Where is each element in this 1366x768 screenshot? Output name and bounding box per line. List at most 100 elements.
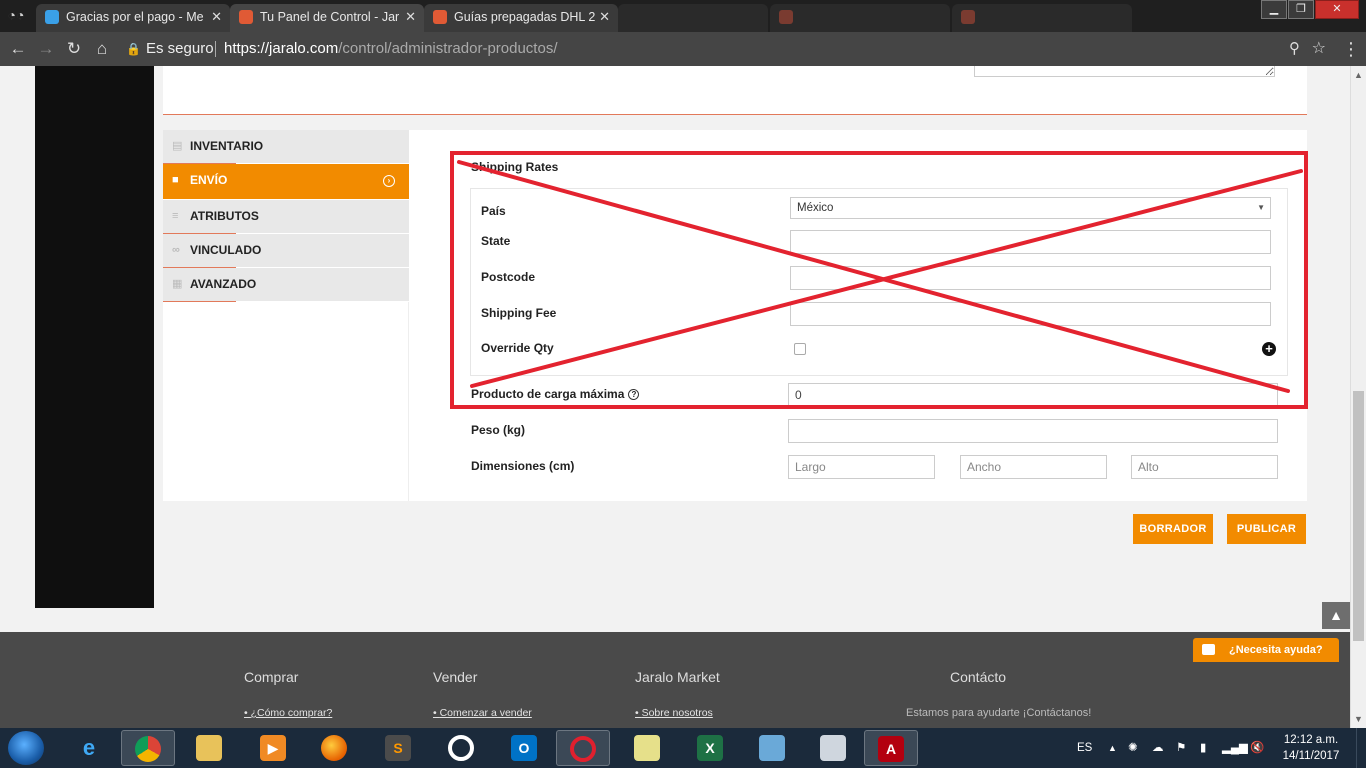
arrow-circle-right-icon: › [383,175,395,187]
action-center-flag-icon[interactable]: ⚑ [1176,728,1186,768]
photo-viewer-icon[interactable] [745,730,799,766]
sticky-notes-icon[interactable] [620,730,674,766]
home-button[interactable]: ⌂ [90,37,114,61]
footer-link-text: Comenzar a vender [439,707,532,719]
height-placeholder: Alto [1138,460,1159,474]
browser-menu-icon[interactable]: ⋮ [1341,37,1361,61]
back-to-top-button[interactable]: ▲ [1322,602,1350,629]
width-input[interactable]: Ancho [960,455,1107,479]
close-window-button[interactable]: ✕ [1315,0,1359,19]
sublime-text-icon[interactable]: S [371,730,425,766]
max-load-input[interactable]: 0 [788,383,1278,407]
footer-link-como-comprar[interactable]: • ¿Cómo comprar? [244,707,332,719]
tab-inventario[interactable]: ▤ INVENTARIO [163,130,409,164]
footer-link-sobre-nosotros[interactable]: • Sobre nosotros [635,707,713,719]
shipping-fee-input[interactable] [790,302,1271,326]
max-load-label-text: Producto de carga máxima [471,387,625,401]
help-question-icon[interactable]: ? [628,389,640,400]
chrome-icon[interactable] [121,730,175,766]
pais-label: País [481,204,506,218]
weight-input[interactable] [788,419,1278,443]
page-viewport: ▤ INVENTARIO ■ ENVÍO › ≡ ATRIBUTOS ∞ VIN… [0,66,1350,728]
tab-envio[interactable]: ■ ENVÍO › [163,164,409,200]
max-load-value: 0 [795,388,802,402]
zoom-search-icon[interactable]: ⚲ [1289,36,1300,62]
help-chat-button[interactable]: ¿Necesita ayuda? [1193,638,1339,662]
link-icon: ∞ [172,244,180,256]
add-rate-plus-icon[interactable]: + [1262,342,1276,356]
minimize-button[interactable]: ▁ [1261,0,1287,19]
calculator-icon[interactable] [806,730,860,766]
start-button[interactable] [8,731,44,765]
height-input[interactable]: Alto [1131,455,1278,479]
reload-button[interactable]: ↻ [62,37,86,61]
browser-tab-4[interactable] [618,4,768,32]
windows-taskbar: e ▶ S O X A ES ▲ ✺ ☁ ⚑ ▮ ▂▄▆ 🔇 12:12 a.m… [0,728,1366,768]
tab-avanzado[interactable]: ▦ AVANZADO [163,268,409,302]
site-favicon-icon [45,10,59,24]
browser-tab-5[interactable] [770,4,950,32]
tab-atributos[interactable]: ≡ ATRIBUTOS [163,200,409,234]
weight-label: Peso (kg) [471,423,526,437]
file-explorer-icon[interactable] [182,730,236,766]
state-input[interactable] [790,230,1271,254]
scrollbar-thumb[interactable] [1353,391,1364,641]
browser-tab-3[interactable]: Guías prepagadas DHL 2 ✕ [424,4,618,32]
internet-explorer-icon[interactable]: e [62,730,116,766]
url-text[interactable]: https://jaralo.com/control/administrador… [224,36,557,62]
opera-icon[interactable] [434,730,488,766]
excel-icon[interactable]: X [683,730,737,766]
browser-toolbar: ← → ↻ ⌂ 🔒 Es seguro https://jaralo.com/c… [0,32,1366,66]
length-placeholder: Largo [795,460,826,474]
close-tab-icon[interactable]: ✕ [211,4,222,30]
maximize-button[interactable]: ❐ [1288,0,1314,19]
description-textarea[interactable] [974,66,1275,77]
tray-app-icon[interactable]: ✺ [1128,728,1138,768]
system-clock[interactable]: 12:12 a.m. 14/11/2017 [1276,732,1346,764]
clock-date: 14/11/2017 [1282,750,1340,762]
battery-icon[interactable]: ▮ [1200,728,1206,768]
media-player-icon[interactable]: ▶ [246,730,300,766]
back-button[interactable]: ← [6,37,30,61]
volume-muted-icon[interactable]: 🔇 [1250,728,1264,768]
postcode-input[interactable] [790,266,1271,290]
override-qty-checkbox[interactable] [794,343,806,355]
draft-button[interactable]: BORRADOR [1133,514,1213,544]
forward-button[interactable]: → [34,37,58,61]
browser-tab-1[interactable]: Gracias por el pago - Me ✕ [36,4,230,32]
show-desktop-button[interactable] [1356,728,1366,768]
language-indicator[interactable]: ES [1077,728,1092,768]
browser-tab-strip: ◔◔ Gracias por el pago - Me ✕ Tu Panel d… [0,0,1366,32]
footer-contact-text: Estamos para ayudarte ¡Contáctanos! [906,707,1092,719]
browser-tab-2[interactable]: Tu Panel de Control - Jar ✕ [230,4,424,32]
url-path: /control/administrador-productos/ [338,40,558,57]
scroll-up-icon[interactable]: ▲ [1354,70,1363,80]
state-label: State [481,234,511,248]
address-bar[interactable]: 🔒 Es seguro https://jaralo.com/control/a… [118,36,1338,62]
publish-button[interactable]: PUBLICAR [1227,514,1306,544]
outlook-icon[interactable]: O [497,730,551,766]
length-input[interactable]: Largo [788,455,935,479]
firefox-icon[interactable] [307,730,361,766]
site-favicon-icon [961,10,975,24]
footer-link-comenzar-vender[interactable]: • Comenzar a vender [433,707,532,719]
browser-tab-6[interactable] [952,4,1132,32]
tab-vinculado[interactable]: ∞ VINCULADO [163,234,409,268]
tray-expand-icon[interactable]: ▲ [1108,728,1117,768]
list-icon: ≡ [172,210,179,222]
clock-time: 12:12 a.m. [1283,734,1339,746]
bookmark-star-icon[interactable]: ☆ [1312,36,1326,62]
tab-label: ATRIBUTOS [190,209,259,223]
close-tab-icon[interactable]: ✕ [599,4,610,30]
close-tab-icon[interactable]: ✕ [405,4,416,30]
opera-red-icon[interactable] [556,730,610,766]
database-icon: ▤ [172,140,183,152]
country-select[interactable]: México ▼ [790,197,1271,219]
scroll-down-icon[interactable]: ▼ [1354,714,1363,724]
cloud-icon[interactable]: ☁ [1152,728,1164,768]
width-placeholder: Ancho [967,460,1002,474]
shipping-rates-box: País México ▼ State Postcode Shipping Fe… [470,188,1288,376]
acrobat-icon[interactable]: A [864,730,918,766]
page-scrollbar[interactable]: ▲ ▼ [1350,66,1366,728]
network-icon[interactable]: ▂▄▆ [1222,728,1248,768]
